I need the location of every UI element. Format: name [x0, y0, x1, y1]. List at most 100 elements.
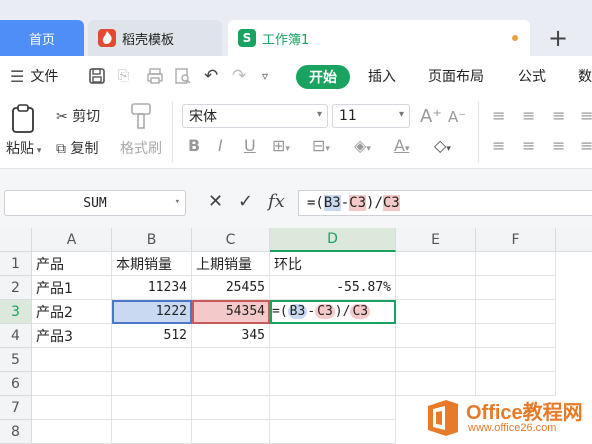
tab-page-layout[interactable]: 页面布局	[428, 56, 484, 96]
tab-formula[interactable]: 公式	[518, 56, 546, 96]
column-header-c[interactable]: C	[192, 228, 270, 252]
align-right-icon[interactable]: ≡	[552, 136, 565, 155]
name-box[interactable]: SUM ▾	[4, 190, 186, 216]
cell-c1[interactable]: 上期销量	[192, 252, 270, 276]
cell-c3[interactable]: 54354	[192, 300, 270, 324]
merge-icon[interactable]: ⊟▾	[312, 136, 330, 155]
print-preview-icon[interactable]	[174, 56, 192, 96]
column-header-d[interactable]: D	[270, 228, 396, 252]
confirm-formula-button[interactable]: ✓	[238, 191, 253, 212]
cell-f3[interactable]	[476, 300, 556, 324]
redo-icon[interactable]: ↷	[232, 56, 246, 96]
cell-e3[interactable]	[396, 300, 476, 324]
cell-d1[interactable]: 环比	[270, 252, 396, 276]
row-header-4[interactable]: 4	[0, 324, 32, 348]
column-header-a[interactable]: A	[32, 228, 112, 252]
row-header-2[interactable]: 2	[0, 276, 32, 300]
cell-c7[interactable]	[192, 396, 270, 420]
row-header-8[interactable]: 8	[0, 420, 32, 444]
tab-insert[interactable]: 插入	[368, 56, 396, 96]
cell-a6[interactable]	[32, 372, 112, 396]
file-menu[interactable]: ☰ 文件	[10, 56, 58, 96]
tab-workbook[interactable]: S 工作簿1	[228, 20, 530, 56]
align-left-icon[interactable]: ≡	[492, 136, 505, 155]
paste-icon[interactable]	[10, 104, 38, 138]
cell-c4[interactable]: 345	[192, 324, 270, 348]
quick-access-more-icon[interactable]: ▿	[262, 56, 268, 96]
cell-c5[interactable]	[192, 348, 270, 372]
cell-d5[interactable]	[270, 348, 396, 372]
new-tab-button[interactable]: +	[548, 24, 568, 52]
justify-icon[interactable]: ≡	[580, 136, 592, 155]
cell-b2[interactable]: 11234	[112, 276, 192, 300]
align-bottom-icon[interactable]: ≡	[552, 106, 565, 125]
cell-d7[interactable]	[270, 396, 396, 420]
font-size-select[interactable]: 11 ▾	[332, 104, 410, 128]
clear-icon[interactable]: ◇▾	[434, 136, 451, 155]
cell-a2[interactable]: 产品1	[32, 276, 112, 300]
cell-c2[interactable]: 25455	[192, 276, 270, 300]
cell-e1[interactable]	[396, 252, 476, 276]
cell-e5[interactable]	[396, 348, 476, 372]
cell-b1[interactable]: 本期销量	[112, 252, 192, 276]
increase-font-icon[interactable]: A⁺	[420, 106, 442, 127]
font-name-select[interactable]: 宋体 ▾	[182, 104, 328, 128]
cancel-formula-button[interactable]: ✕	[208, 191, 223, 212]
column-header-f[interactable]: F	[476, 228, 556, 252]
copy-button[interactable]: ⧉ 复制	[56, 138, 98, 158]
cell-b3[interactable]: 1222	[112, 300, 192, 324]
row-header-3[interactable]: 3	[0, 300, 32, 324]
cell-f5[interactable]	[476, 348, 556, 372]
column-header-g[interactable]	[556, 228, 592, 252]
save-icon[interactable]	[88, 56, 106, 96]
undo-icon[interactable]: ↶	[204, 56, 218, 96]
column-header-b[interactable]: B	[112, 228, 192, 252]
cell-d8[interactable]	[270, 420, 396, 444]
fill-color-icon[interactable]: ◈▾	[354, 136, 371, 155]
font-color-icon[interactable]: A▾	[394, 136, 409, 155]
cell-c6[interactable]	[192, 372, 270, 396]
tab-data[interactable]: 数	[578, 56, 592, 96]
cell-b5[interactable]	[112, 348, 192, 372]
cell-f1[interactable]	[476, 252, 556, 276]
format-painter-button[interactable]: 格式刷	[120, 138, 162, 158]
paste-button[interactable]: 粘贴 ▾	[6, 138, 41, 158]
cell-a3[interactable]: 产品2	[32, 300, 112, 324]
align-top-icon[interactable]: ≡	[492, 106, 505, 125]
cell-e2[interactable]	[396, 276, 476, 300]
border-icon[interactable]: ⊞▾	[272, 136, 290, 155]
column-header-e[interactable]: E	[396, 228, 476, 252]
format-painter-icon[interactable]	[128, 102, 154, 136]
align-center-icon[interactable]: ≡	[522, 136, 535, 155]
cell-b4[interactable]: 512	[112, 324, 192, 348]
cell-d4[interactable]	[270, 324, 396, 348]
underline-icon[interactable]: U	[244, 136, 256, 155]
cell-a4[interactable]: 产品3	[32, 324, 112, 348]
cell-a8[interactable]	[32, 420, 112, 444]
tab-start[interactable]: 开始	[296, 65, 350, 89]
row-header-6[interactable]: 6	[0, 372, 32, 396]
formula-input[interactable]: =(B3- C3)/C3	[298, 190, 592, 216]
cell-d3-editing[interactable]: =(B3- C3)/C3	[270, 300, 396, 324]
tab-home[interactable]: 首页	[0, 20, 84, 56]
decrease-font-icon[interactable]: A⁻	[448, 108, 466, 126]
tab-template[interactable]: 稻壳模板	[88, 20, 222, 56]
cell-d6[interactable]	[270, 372, 396, 396]
row-header-1[interactable]: 1	[0, 252, 32, 276]
cell-b8[interactable]	[112, 420, 192, 444]
cell-b6[interactable]	[112, 372, 192, 396]
cell-a1[interactable]: 产品	[32, 252, 112, 276]
print-icon[interactable]	[146, 56, 164, 96]
cell-d2[interactable]: -55.87%	[270, 276, 396, 300]
cell-a5[interactable]	[32, 348, 112, 372]
align-middle-icon[interactable]: ≡	[522, 106, 535, 125]
wrap-icon[interactable]: ≡	[580, 106, 592, 125]
insert-function-button[interactable]: fx	[268, 191, 285, 212]
cell-f4[interactable]	[476, 324, 556, 348]
italic-icon[interactable]: I	[218, 136, 223, 155]
cell-e4[interactable]	[396, 324, 476, 348]
bold-icon[interactable]: B	[188, 136, 200, 155]
select-all-corner[interactable]	[0, 228, 32, 252]
row-header-5[interactable]: 5	[0, 348, 32, 372]
cut-button[interactable]: ✂ 剪切	[56, 106, 100, 126]
